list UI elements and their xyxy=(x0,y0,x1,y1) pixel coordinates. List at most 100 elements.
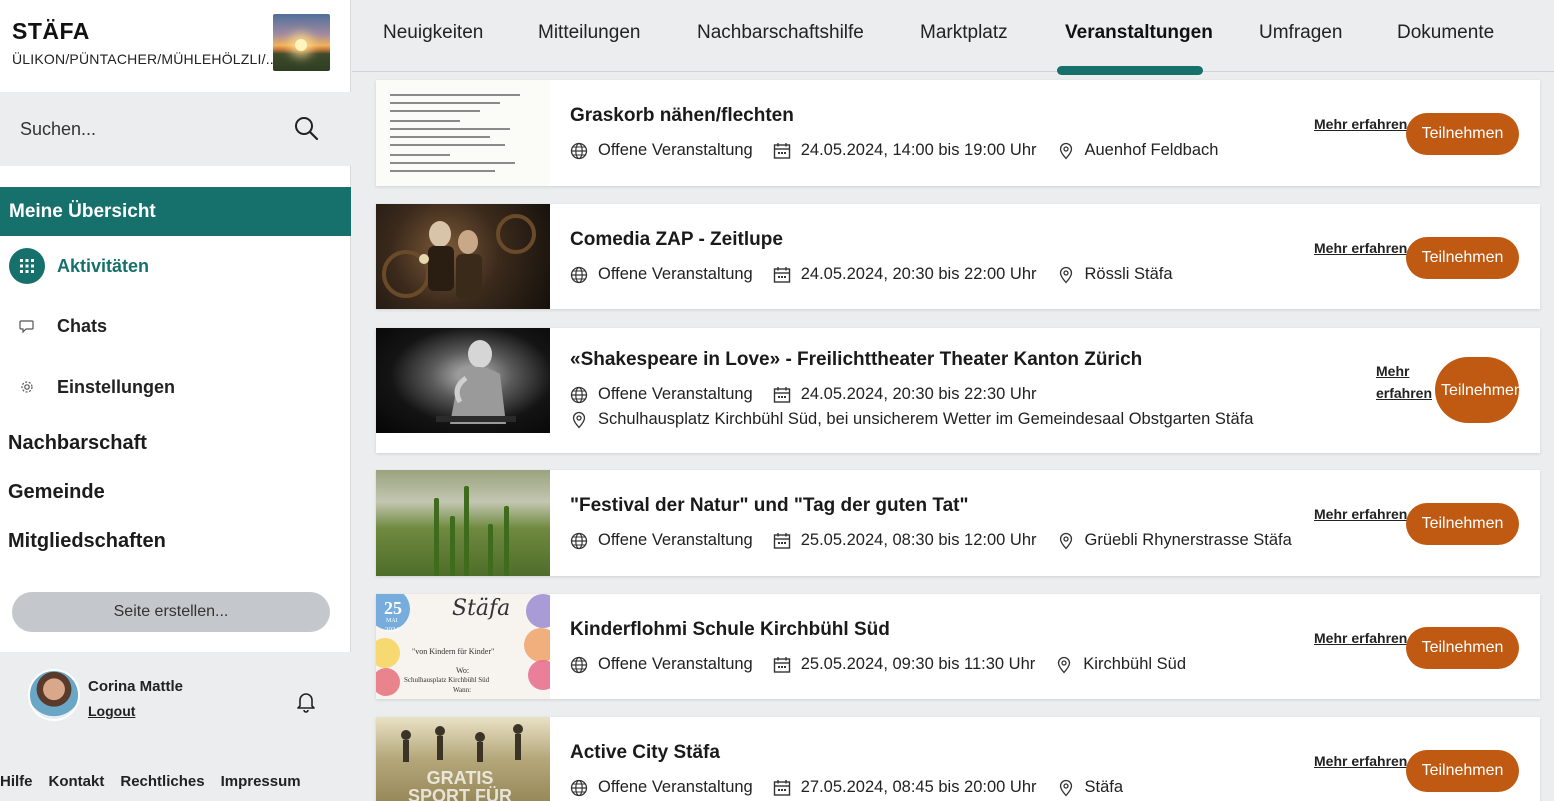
more-info-link[interactable]: Mehr erfahren xyxy=(1314,753,1407,769)
tab-neuigkeiten[interactable]: Neuigkeiten xyxy=(383,22,483,44)
tab-mitteilungen[interactable]: Mitteilungen xyxy=(538,22,640,44)
thumbnail-caption-line2: SPORT FÜR xyxy=(407,786,512,801)
event-thumbnail xyxy=(376,328,550,433)
sidebar-section-nachbarschaft[interactable]: Nachbarschaft xyxy=(8,432,147,455)
sidebar-item-label: Aktivitäten xyxy=(57,256,150,276)
event-title[interactable]: Active City Stäfa xyxy=(570,742,720,764)
tab-nachbarschaftshilfe[interactable]: Nachbarschaftshilfe xyxy=(697,22,864,44)
bell-icon[interactable] xyxy=(294,689,318,713)
globe-icon xyxy=(570,266,588,283)
event-type: Offene Veranstaltung xyxy=(598,385,753,403)
brand-header[interactable]: STÄFA ÜLIKON/PÜNTACHER/MÜHLEHÖLZLI/... xyxy=(0,0,351,90)
event-title[interactable]: Graskorb nähen/flechten xyxy=(570,105,794,127)
event-card[interactable]: Graskorb nähen/flechten Offene Veranstal… xyxy=(376,80,1540,186)
event-type: Offene Veranstaltung xyxy=(598,141,753,159)
event-card[interactable]: "Festival der Natur" und "Tag der guten … xyxy=(376,470,1540,576)
event-meta: Offene Veranstaltung 24.05.2024, 14:00 b… xyxy=(570,141,1218,160)
tab-veranstaltungen[interactable]: Veranstaltungen xyxy=(1065,22,1213,44)
more-info-link[interactable]: Mehr erfahren xyxy=(1314,630,1407,646)
search-icon[interactable] xyxy=(293,115,319,141)
event-title[interactable]: «Shakespeare in Love» - Freilichttheater… xyxy=(570,349,1142,371)
event-datetime: 24.05.2024, 20:30 bis 22:00 Uhr xyxy=(800,265,1037,283)
user-area: Corina Mattle Logout Hilfe Kontakt Recht… xyxy=(0,652,351,801)
calendar-icon xyxy=(773,656,790,673)
create-page-button[interactable]: Seite erstellen... xyxy=(12,592,330,632)
flyer-script: Stäfa xyxy=(452,596,511,621)
more-info-link[interactable]: Mehr erfahren xyxy=(1314,506,1407,522)
event-title[interactable]: Comedia ZAP - Zeitlupe xyxy=(570,229,783,251)
event-meta: Offene Veranstaltung 24.05.2024, 20:30 b… xyxy=(570,385,1037,404)
tab-dokumente[interactable]: Dokumente xyxy=(1397,22,1494,44)
event-thumbnail: GRATIS SPORT FÜR xyxy=(376,717,550,801)
sidebar-section-gemeinde[interactable]: Gemeinde xyxy=(8,481,105,504)
event-thumbnail xyxy=(376,204,550,309)
avatar[interactable] xyxy=(28,669,80,721)
event-title[interactable]: Kinderflohmi Schule Kirchbühl Süd xyxy=(570,619,890,641)
join-button[interactable]: Teilnehmen xyxy=(1406,627,1519,669)
community-subtitle: ÜLIKON/PÜNTACHER/MÜHLEHÖLZLI/... xyxy=(12,51,278,67)
location-pin-icon xyxy=(1059,779,1072,796)
event-datetime: 25.05.2024, 08:30 bis 12:00 Uhr xyxy=(800,531,1037,549)
more-info-link[interactable]: Mehr erfahren xyxy=(1376,360,1432,404)
event-datetime: 24.05.2024, 14:00 bis 19:00 Uhr xyxy=(800,141,1037,159)
more-info-link[interactable]: Mehr erfahren xyxy=(1314,116,1407,132)
sidebar-section-mitgliedschaften[interactable]: Mitgliedschaften xyxy=(8,530,166,553)
event-type: Offene Veranstaltung xyxy=(598,778,753,796)
location-pin-icon xyxy=(1059,142,1072,159)
nav-meine-uebersicht-label: Meine Übersicht xyxy=(9,201,156,222)
event-type: Offene Veranstaltung xyxy=(598,265,753,283)
event-type: Offene Veranstaltung xyxy=(598,531,753,549)
footer-link-rechtliches[interactable]: Rechtliches xyxy=(120,773,204,790)
event-card[interactable]: GRATIS SPORT FÜR Active City Stäfa Offen… xyxy=(376,717,1540,801)
flyer-when-label: Wann: xyxy=(453,686,472,694)
nav-meine-uebersicht[interactable]: Meine Übersicht xyxy=(0,187,351,236)
thumbnail-caption-line1: GRATIS xyxy=(426,768,494,788)
footer-link-impressum[interactable]: Impressum xyxy=(221,773,301,790)
tab-umfragen[interactable]: Umfragen xyxy=(1259,22,1342,44)
event-datetime: 27.05.2024, 08:45 bis 20:00 Uhr xyxy=(800,778,1037,796)
event-card[interactable]: 25 MAI 2024 Stäfa "von Kindern für Kinde… xyxy=(376,594,1540,699)
event-datetime: 24.05.2024, 20:30 bis 22:30 Uhr xyxy=(800,385,1037,403)
flyer-year: 2024 xyxy=(385,626,399,634)
join-button[interactable]: Teilnehmen xyxy=(1406,503,1519,545)
sidebar-item-einstellungen[interactable]: Einstellungen xyxy=(0,367,351,407)
join-button[interactable]: Teilnehmen xyxy=(1435,357,1523,423)
location-pin-icon xyxy=(572,411,586,428)
event-location: Rössli Stäfa xyxy=(1084,265,1173,283)
join-button[interactable]: Teilnehmen xyxy=(1406,750,1519,792)
event-thumbnail xyxy=(376,470,550,576)
join-button[interactable]: Teilnehmen xyxy=(1406,113,1519,155)
grid-icon xyxy=(9,248,45,284)
footer-links: Hilfe Kontakt Rechtliches Impressum xyxy=(0,773,301,790)
sidebar-item-label: Einstellungen xyxy=(57,377,176,397)
globe-icon xyxy=(570,779,588,796)
event-location: Stäfa xyxy=(1084,778,1124,796)
globe-icon xyxy=(570,386,588,403)
event-meta: Offene Veranstaltung 25.05.2024, 08:30 b… xyxy=(570,531,1292,550)
flyer-day: 25 xyxy=(384,598,402,618)
sidebar-item-chats[interactable]: Chats xyxy=(0,306,351,346)
event-thumbnail: 25 MAI 2024 Stäfa "von Kindern für Kinde… xyxy=(376,594,550,699)
tab-marktplatz[interactable]: Marktplatz xyxy=(920,22,1008,44)
event-card[interactable]: Comedia ZAP - Zeitlupe Offene Veranstalt… xyxy=(376,204,1540,309)
more-info-link[interactable]: Mehr erfahren xyxy=(1314,240,1407,256)
globe-icon xyxy=(570,532,588,549)
join-button[interactable]: Teilnehmen xyxy=(1406,237,1519,279)
globe-icon xyxy=(570,656,588,673)
logout-link[interactable]: Logout xyxy=(88,703,135,719)
event-meta-location: Schulhausplatz Kirchbühl Süd, bei unsich… xyxy=(570,410,1253,429)
event-location: Schulhausplatz Kirchbühl Süd, bei unsich… xyxy=(598,410,1254,428)
event-datetime: 25.05.2024, 09:30 bis 11:30 Uhr xyxy=(800,655,1036,673)
sidebar-item-aktivitaeten[interactable]: Aktivitäten xyxy=(0,246,351,286)
footer-link-hilfe[interactable]: Hilfe xyxy=(0,773,33,790)
event-title[interactable]: "Festival der Natur" und "Tag der guten … xyxy=(570,495,968,517)
event-card[interactable]: «Shakespeare in Love» - Freilichttheater… xyxy=(376,328,1540,453)
event-thumbnail xyxy=(376,80,550,186)
calendar-icon xyxy=(773,142,790,159)
footer-link-kontakt[interactable]: Kontakt xyxy=(49,773,105,790)
user-name: Corina Mattle xyxy=(88,678,184,695)
event-type: Offene Veranstaltung xyxy=(598,655,753,673)
search-input[interactable] xyxy=(20,116,270,142)
thumbnail-caption: GRATIS SPORT FÜR xyxy=(400,769,520,801)
globe-icon xyxy=(570,142,588,159)
